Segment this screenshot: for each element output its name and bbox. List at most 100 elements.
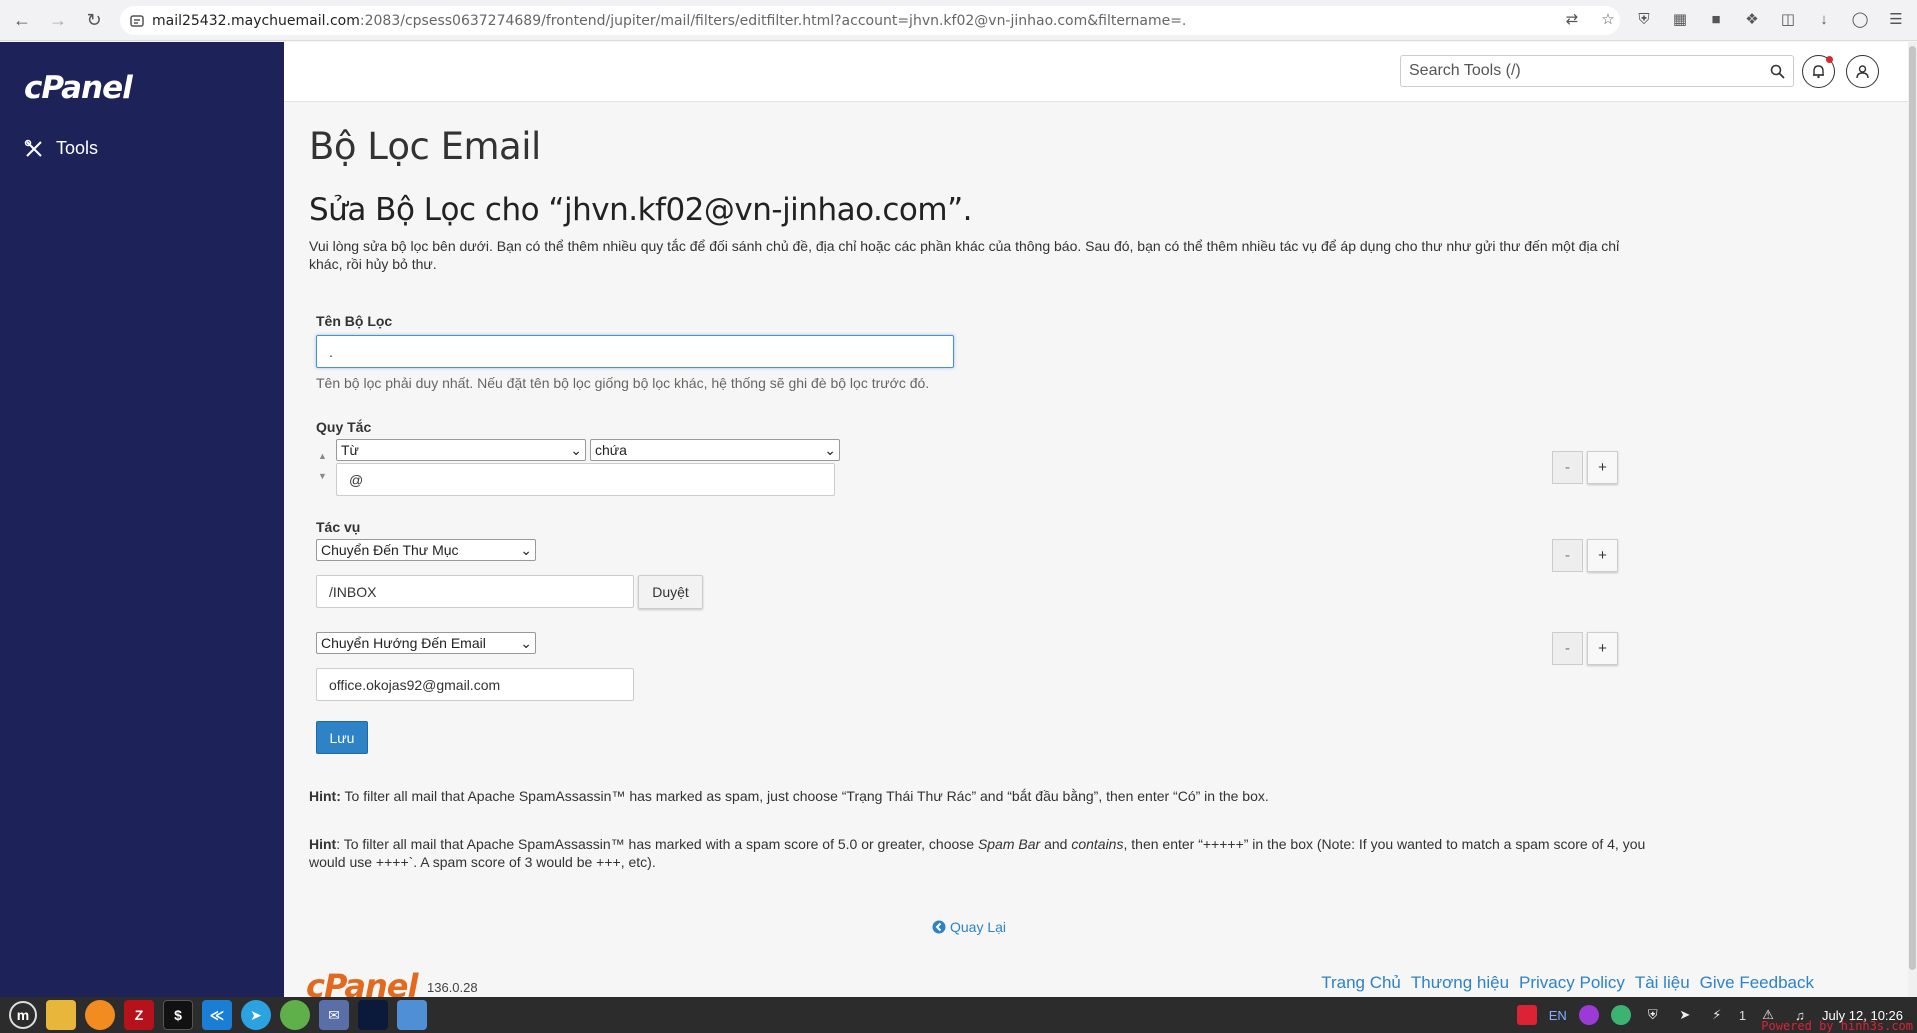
puzzle-extensions-icon[interactable]: ❖ [1741,8,1763,30]
split-view-icon[interactable]: ◫ [1777,8,1799,30]
add-rule-button[interactable]: + [1587,451,1618,484]
address-bar[interactable]: mail25432.maychuemail.com:2083/cpsess063… [120,6,1620,35]
user-menu-button[interactable] [1846,55,1879,88]
user-icon [1856,65,1869,79]
updates-badge: 1 [1738,1007,1747,1023]
destination-folder-input[interactable] [316,575,634,608]
hint-1-text: To filter all mail that Apache SpamAssas… [340,788,1269,804]
sidebar-item-label: Tools [56,138,99,158]
back-link[interactable]: Quay Lại [932,919,1006,935]
footer-link-privacy[interactable]: Privacy Policy [1519,973,1625,993]
forward-arrow-icon[interactable]: → [44,6,72,34]
filezilla-icon[interactable]: Z [124,1000,154,1030]
sidebar-item-tools[interactable]: Tools [24,138,98,159]
footer-link-feedback[interactable]: Give Feedback [1700,973,1814,993]
tools-icon [24,139,42,157]
profile-icon[interactable]: ◯ [1849,8,1871,30]
sidebar: cPanel Tools [0,42,284,997]
page-scrollbar[interactable] [1908,42,1917,997]
menu-icon[interactable]: ☰ [1885,8,1907,30]
download-icon[interactable]: ↓ [1813,8,1835,30]
redirect-email-input[interactable] [316,668,634,701]
updates-icon[interactable]: ⚡ [1707,1005,1727,1025]
bell-icon [1813,65,1824,79]
action-2-type-value: Chuyển Hướng Đến Email [321,635,486,651]
chevron-down-icon: ⌄ [570,441,582,458]
remove-rule-button[interactable]: - [1552,451,1583,484]
footer-link-docs[interactable]: Tài liệu [1635,973,1690,993]
reload-icon[interactable]: ↻ [80,6,108,34]
back-link-label: Quay Lại [950,919,1007,935]
chrome-icon[interactable] [280,1000,310,1030]
move-rule-down-icon[interactable]: ▼ [318,471,327,481]
sync-icon[interactable] [1610,1005,1631,1025]
telegram-icon[interactable]: ➤ [241,1000,271,1030]
telegram-tray-icon[interactable]: ➤ [1675,1005,1695,1025]
rule-value-input[interactable] [336,463,835,496]
footer-link-trademarks[interactable]: Thương hiệu [1411,973,1509,993]
cpanel-logo[interactable]: cPanel [24,70,133,106]
main-content: Bộ Lọc Email Sửa Bộ Lọc cho “jhvn.kf02@v… [284,103,1908,1005]
hint-2-text-a: : To filter all mail that Apache SpamAss… [336,836,978,852]
footer-links: Trang Chủ Thương hiệu Privacy Policy Tài… [1321,973,1814,993]
move-rule-up-icon[interactable]: ▲ [318,451,327,461]
search-icon[interactable] [1761,64,1793,79]
mail-icon[interactable]: ✉ [319,1000,349,1030]
search-input[interactable] [1409,62,1761,80]
remove-action-2-button[interactable]: - [1552,632,1583,665]
mint-menu-icon[interactable]: m [9,1001,37,1029]
back-arrow-icon[interactable]: ← [8,6,36,34]
shield-extension-icon[interactable]: ⛨ [1633,8,1655,30]
hint-spam-bar: Hint: To filter all mail that Apache Spa… [309,835,1659,871]
page-description: Vui lòng sửa bộ lọc bên dưới. Bạn có thể… [309,238,1620,272]
vscode-icon[interactable]: ≪ [202,1000,232,1030]
filter-name-input[interactable] [316,335,954,368]
action-1-type-select[interactable]: Chuyển Đến Thư Mục ⌄ [316,539,536,561]
hint-1-prefix: Hint: [309,788,341,804]
footer-link-home[interactable]: Trang Chủ [1321,973,1401,993]
notification-dot [1826,56,1833,63]
filter-name-help: Tên bộ lọc phải duy nhất. Nếu đặt tên bộ… [316,375,930,391]
add-action-1-button[interactable]: + [1587,539,1618,572]
keyboard-language[interactable]: EN [1549,1008,1567,1023]
bookmark-star-icon[interactable]: ☆ [1597,8,1619,30]
action-1-type-value: Chuyển Đến Thư Mục [321,542,459,558]
browse-button[interactable]: Duyệt [638,575,703,609]
translate-icon[interactable]: ⇄ [1561,8,1583,30]
site-info-icon[interactable] [130,14,144,28]
add-action-2-button[interactable]: + [1587,632,1618,665]
os-taskbar: m Z $ ≪ ➤ ✉ EN ⛨ ➤ ⚡ 1 ⚠ ♫ July 12, 10:2… [0,997,1917,1033]
url-path: :2083/cpsess0637274689/frontend/jupiter/… [359,12,1187,29]
hint-2-text-b: Spam Bar [977,836,1041,852]
hint-2-text-c: and [1040,836,1072,852]
files-icon[interactable] [46,1000,76,1030]
remove-action-1-button[interactable]: - [1552,539,1583,572]
save-button[interactable]: Lưu [316,721,368,754]
edit-filter-heading: Sửa Bộ Lọc cho “jhvn.kf02@vn-jinhao.com”… [309,192,972,228]
anydesk-icon[interactable] [1516,1005,1537,1025]
version-text: 136.0.28 [427,980,478,995]
app-icon[interactable] [358,1000,388,1030]
action-2-type-select[interactable]: Chuyển Hướng Đến Email ⌄ [316,632,536,654]
scrollbar-thumb[interactable] [1909,46,1916,970]
hint-2-prefix: Hint [309,836,337,852]
browser-toolbar: ← → ↻ mail25432.maychuemail.com:2083/cps… [0,0,1917,41]
rule-part-value: Từ [341,442,359,458]
rule-part-select[interactable]: Từ ⌄ [336,439,586,461]
notifications-button[interactable] [1802,55,1835,88]
app-tray-icon[interactable] [1578,1005,1599,1025]
top-header [284,42,1917,102]
filter-name-label: Tên Bộ Lọc [316,313,393,329]
back-circle-icon [932,920,946,934]
search-tools-box[interactable] [1400,55,1794,87]
chevron-down-icon: ⌄ [824,441,836,458]
grid-extension-icon[interactable]: ▦ [1669,8,1691,30]
remote-desktop-icon[interactable] [397,1000,427,1030]
rule-match-select[interactable]: chứa ⌄ [590,439,840,461]
actions-label: Tác vụ [316,519,361,535]
p-extension-icon[interactable]: ■ [1705,8,1727,30]
firefox-icon[interactable] [85,1000,115,1030]
rule-match-value: chứa [595,442,627,458]
terminal-icon[interactable]: $ [163,1000,193,1030]
shield-tray-icon[interactable]: ⛨ [1643,1005,1663,1025]
